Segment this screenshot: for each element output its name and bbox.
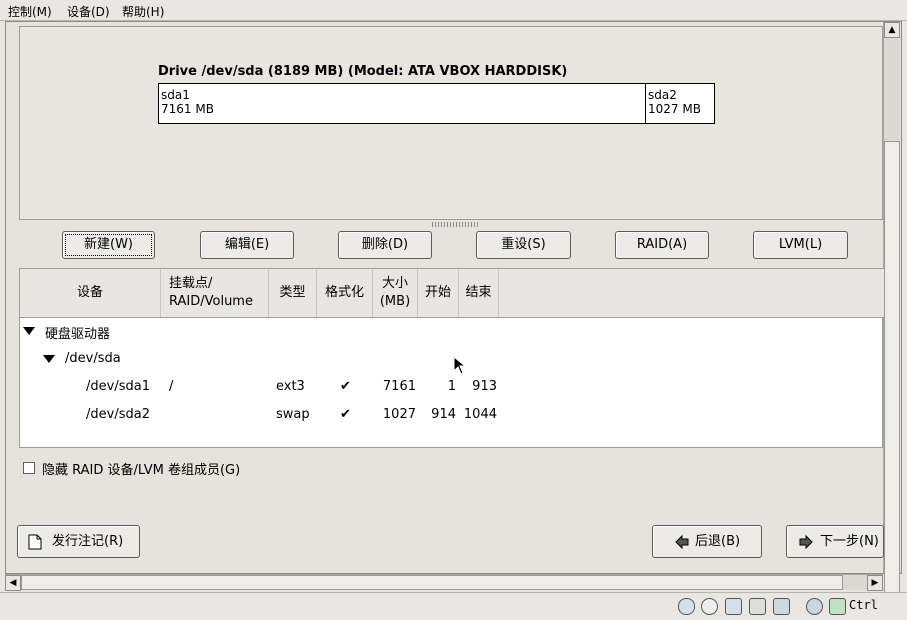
cell-type: swap bbox=[276, 407, 310, 422]
column-format[interactable]: 格式化 bbox=[317, 269, 373, 317]
cell-end: 913 bbox=[472, 379, 497, 394]
column-type[interactable]: 类型 bbox=[269, 269, 317, 317]
cell-size: 7161 bbox=[382, 379, 416, 394]
lvm-button[interactable]: LVM(L) bbox=[753, 231, 848, 259]
hide-raid-label[interactable]: 隐藏 RAID 设备/LVM 卷组成员(G) bbox=[42, 459, 240, 478]
table-row[interactable]: /dev/sda1 / ext3 ✔ 7161 1 913 bbox=[20, 374, 884, 402]
scroll-right-icon[interactable]: ▶ bbox=[867, 575, 883, 591]
check-icon: ✔ bbox=[340, 379, 351, 394]
back-label: 后退(B) bbox=[695, 534, 741, 549]
tree-row-hard-drives[interactable]: 硬盘驱动器 bbox=[20, 318, 884, 346]
vertical-scrollbar[interactable]: ▲ bbox=[883, 22, 900, 596]
mouse-cursor-icon bbox=[453, 356, 467, 375]
table-header: 设备 挂载点/RAID/Volume 类型 格式化 大小 (MB) 开始 结束 bbox=[20, 269, 884, 318]
raid-button[interactable]: RAID(A) bbox=[615, 231, 709, 259]
cell-size: 1027 bbox=[382, 407, 416, 422]
tree-row-disk[interactable]: /dev/sda bbox=[20, 346, 884, 374]
menu-help[interactable]: 帮助(H) bbox=[122, 3, 164, 20]
cell-end: 1044 bbox=[463, 407, 497, 422]
horizontal-scrollbar[interactable]: ◀ ▶ bbox=[5, 574, 883, 591]
network-icon[interactable] bbox=[725, 598, 742, 615]
column-size[interactable]: 大小 (MB) bbox=[373, 269, 418, 317]
column-end[interactable]: 结束 bbox=[459, 269, 499, 317]
reset-button[interactable]: 重设(S) bbox=[476, 231, 571, 259]
partition-size: 1027 MB bbox=[648, 102, 701, 116]
status-bar: Ctrl bbox=[0, 592, 907, 620]
scroll-left-icon[interactable]: ◀ bbox=[5, 575, 21, 591]
menu-devices[interactable]: 设备(D) bbox=[67, 3, 110, 20]
vertical-scroll-thumb[interactable] bbox=[884, 141, 900, 596]
tree-group-label: 硬盘驱动器 bbox=[45, 327, 111, 342]
release-notes-button[interactable]: 发行注记(R) bbox=[17, 525, 140, 558]
document-icon bbox=[28, 534, 42, 550]
cell-start: 1 bbox=[447, 379, 456, 394]
partition-segment-sda1[interactable]: sda1 7161 MB bbox=[159, 84, 646, 123]
pane-resize-handle[interactable] bbox=[432, 222, 478, 227]
menu-control[interactable]: 控制(M) bbox=[8, 3, 52, 20]
cell-mount: / bbox=[169, 379, 174, 394]
usb-icon[interactable] bbox=[749, 598, 766, 615]
partition-size: 7161 MB bbox=[161, 102, 214, 116]
column-start[interactable]: 开始 bbox=[418, 269, 459, 317]
drive-title: Drive /dev/sda (8189 MB) (Model: ATA VBO… bbox=[158, 64, 568, 79]
delete-button[interactable]: 删除(D) bbox=[338, 231, 432, 259]
scroll-up-icon[interactable]: ▲ bbox=[884, 22, 900, 38]
arrow-left-icon bbox=[675, 534, 689, 550]
check-icon: ✔ bbox=[340, 407, 351, 422]
drive-partition-bar: sda1 7161 MB sda2 1027 MB bbox=[158, 83, 715, 124]
expander-down-icon[interactable] bbox=[43, 355, 55, 363]
next-label: 下一步(N) bbox=[820, 534, 879, 549]
cell-start: 914 bbox=[431, 407, 456, 422]
back-button[interactable]: 后退(B) bbox=[652, 525, 762, 558]
column-mount[interactable]: 挂载点/RAID/Volume bbox=[161, 269, 269, 317]
expander-down-icon[interactable] bbox=[23, 327, 35, 335]
optical-drive-icon[interactable] bbox=[701, 598, 718, 615]
partition-table: 设备 挂载点/RAID/Volume 类型 格式化 大小 (MB) 开始 结束 硬… bbox=[19, 268, 884, 448]
new-button[interactable]: 新建(W) bbox=[62, 231, 155, 259]
partition-segment-sda2[interactable]: sda2 1027 MB bbox=[646, 84, 714, 123]
disk-label: /dev/sda bbox=[65, 351, 121, 366]
partition-name: sda2 bbox=[648, 88, 677, 102]
partition-name: sda1 bbox=[161, 88, 190, 102]
hide-raid-checkbox[interactable] bbox=[23, 462, 35, 474]
horizontal-scroll-thumb[interactable] bbox=[21, 575, 843, 590]
next-button[interactable]: 下一步(N) bbox=[786, 525, 884, 558]
mouse-integration-icon[interactable] bbox=[806, 598, 823, 615]
host-key-label: Ctrl bbox=[849, 598, 878, 612]
cell-device: /dev/sda2 bbox=[86, 407, 150, 422]
release-notes-label: 发行注记(R) bbox=[52, 534, 124, 549]
arrow-right-icon bbox=[799, 534, 813, 550]
column-device[interactable]: 设备 bbox=[20, 269, 161, 317]
edit-button[interactable]: 编辑(E) bbox=[200, 231, 294, 259]
menu-bar: 控制(M) 设备(D) 帮助(H) bbox=[0, 0, 907, 21]
keyboard-capture-icon[interactable] bbox=[829, 598, 846, 615]
cell-type: ext3 bbox=[276, 379, 305, 394]
shared-folders-icon[interactable] bbox=[773, 598, 790, 615]
hard-disk-icon[interactable] bbox=[678, 598, 695, 615]
cell-device: /dev/sda1 bbox=[86, 379, 150, 394]
table-row[interactable]: /dev/sda2 swap ✔ 1027 914 1044 bbox=[20, 402, 884, 430]
